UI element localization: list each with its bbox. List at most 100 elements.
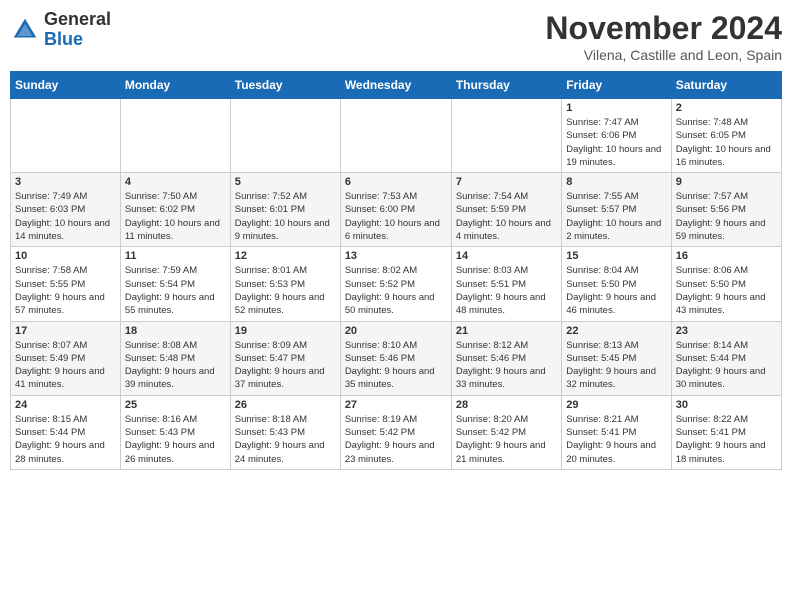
location: Vilena, Castille and Leon, Spain	[545, 47, 782, 63]
day-number: 5	[235, 176, 336, 188]
calendar-day-cell: 14 Sunrise: 8:03 AM Sunset: 5:51 PM Dayli…	[451, 247, 561, 321]
calendar-day-cell: 2 Sunrise: 7:48 AM Sunset: 6:05 PM Daylig…	[671, 99, 781, 173]
calendar-day-cell: 21Sunrise: 8:12 AM Sunset: 5:46 PM Dayli…	[451, 321, 561, 395]
calendar-day-cell: 13 Sunrise: 8:02 AM Sunset: 5:52 PM Dayli…	[340, 247, 451, 321]
day-number: 25	[125, 399, 226, 411]
calendar-day-cell: 27 Sunrise: 8:19 AM Sunset: 5:42 PM Dayli…	[340, 395, 451, 469]
day-number: 4	[125, 176, 226, 188]
day-info: Sunrise: 8:08 AM Sunset: 5:48 PM Dayligh…	[125, 339, 226, 392]
calendar-day-cell: 7 Sunrise: 7:54 AM Sunset: 5:59 PM Daylig…	[451, 173, 561, 247]
calendar-week-row: 24Sunrise: 8:15 AM Sunset: 5:44 PM Dayli…	[11, 395, 782, 469]
day-info: Sunrise: 7:53 AM Sunset: 6:00 PM Dayligh…	[345, 190, 447, 243]
calendar-day-cell: 20Sunrise: 8:10 AM Sunset: 5:46 PM Dayli…	[340, 321, 451, 395]
day-info: Sunrise: 8:18 AM Sunset: 5:43 PM Dayligh…	[235, 413, 336, 466]
calendar-table: SundayMondayTuesdayWednesdayThursdayFrid…	[10, 71, 782, 470]
month-title: November 2024	[545, 10, 782, 47]
day-number: 13	[345, 250, 447, 262]
day-number: 30	[676, 399, 777, 411]
day-info: Sunrise: 7:52 AM Sunset: 6:01 PM Dayligh…	[235, 190, 336, 243]
page-header: General Blue November 2024 Vilena, Casti…	[10, 10, 782, 63]
calendar-week-row: 1Sunrise: 7:47 AM Sunset: 6:06 PM Daylig…	[11, 99, 782, 173]
day-number: 8	[566, 176, 666, 188]
calendar-day-cell: 25 Sunrise: 8:16 AM Sunset: 5:43 PM Dayli…	[120, 395, 230, 469]
day-of-week-header: Thursday	[451, 72, 561, 99]
calendar-day-cell: 30 Sunrise: 8:22 AM Sunset: 5:41 PM Dayli…	[671, 395, 781, 469]
day-info: Sunrise: 8:19 AM Sunset: 5:42 PM Dayligh…	[345, 413, 447, 466]
calendar-day-cell	[340, 99, 451, 173]
day-number: 2	[676, 102, 777, 114]
calendar-day-cell	[120, 99, 230, 173]
day-number: 28	[456, 399, 557, 411]
day-info: Sunrise: 7:47 AM Sunset: 6:06 PM Dayligh…	[566, 116, 666, 169]
calendar-day-cell	[451, 99, 561, 173]
day-number: 16	[676, 250, 777, 262]
day-info: Sunrise: 7:57 AM Sunset: 5:56 PM Dayligh…	[676, 190, 777, 243]
day-of-week-header: Wednesday	[340, 72, 451, 99]
day-number: 22	[566, 325, 666, 337]
calendar-day-cell: 15Sunrise: 8:04 AM Sunset: 5:50 PM Dayli…	[562, 247, 671, 321]
day-info: Sunrise: 7:59 AM Sunset: 5:54 PM Dayligh…	[125, 264, 226, 317]
day-number: 19	[235, 325, 336, 337]
calendar-day-cell: 29Sunrise: 8:21 AM Sunset: 5:41 PM Dayli…	[562, 395, 671, 469]
calendar-day-cell: 1Sunrise: 7:47 AM Sunset: 6:06 PM Daylig…	[562, 99, 671, 173]
day-of-week-header: Saturday	[671, 72, 781, 99]
day-info: Sunrise: 8:16 AM Sunset: 5:43 PM Dayligh…	[125, 413, 226, 466]
day-info: Sunrise: 8:06 AM Sunset: 5:50 PM Dayligh…	[676, 264, 777, 317]
logo-blue: Blue	[44, 29, 83, 49]
calendar-day-cell: 18 Sunrise: 8:08 AM Sunset: 5:48 PM Dayli…	[120, 321, 230, 395]
calendar-day-cell: 6 Sunrise: 7:53 AM Sunset: 6:00 PM Daylig…	[340, 173, 451, 247]
calendar-day-cell: 5 Sunrise: 7:52 AM Sunset: 6:01 PM Daylig…	[230, 173, 340, 247]
title-block: November 2024 Vilena, Castille and Leon,…	[545, 10, 782, 63]
calendar-week-row: 10 Sunrise: 7:58 AM Sunset: 5:55 PM Dayli…	[11, 247, 782, 321]
day-number: 9	[676, 176, 777, 188]
calendar-day-cell	[11, 99, 121, 173]
day-of-week-header: Monday	[120, 72, 230, 99]
calendar-day-cell: 3 Sunrise: 7:49 AM Sunset: 6:03 PM Daylig…	[11, 173, 121, 247]
day-info: Sunrise: 8:02 AM Sunset: 5:52 PM Dayligh…	[345, 264, 447, 317]
calendar-day-cell: 11 Sunrise: 7:59 AM Sunset: 5:54 PM Dayli…	[120, 247, 230, 321]
day-number: 18	[125, 325, 226, 337]
calendar-day-cell: 16 Sunrise: 8:06 AM Sunset: 5:50 PM Dayli…	[671, 247, 781, 321]
calendar-header-row: SundayMondayTuesdayWednesdayThursdayFrid…	[11, 72, 782, 99]
day-info: Sunrise: 7:58 AM Sunset: 5:55 PM Dayligh…	[15, 264, 116, 317]
day-number: 10	[15, 250, 116, 262]
day-info: Sunrise: 8:15 AM Sunset: 5:44 PM Dayligh…	[15, 413, 116, 466]
logo: General Blue	[10, 10, 111, 50]
day-info: Sunrise: 8:10 AM Sunset: 5:46 PM Dayligh…	[345, 339, 447, 392]
calendar-day-cell	[230, 99, 340, 173]
day-of-week-header: Friday	[562, 72, 671, 99]
day-number: 11	[125, 250, 226, 262]
day-info: Sunrise: 7:54 AM Sunset: 5:59 PM Dayligh…	[456, 190, 557, 243]
day-number: 14	[456, 250, 557, 262]
day-info: Sunrise: 8:03 AM Sunset: 5:51 PM Dayligh…	[456, 264, 557, 317]
day-number: 29	[566, 399, 666, 411]
day-number: 12	[235, 250, 336, 262]
day-info: Sunrise: 7:49 AM Sunset: 6:03 PM Dayligh…	[15, 190, 116, 243]
calendar-day-cell: 10 Sunrise: 7:58 AM Sunset: 5:55 PM Dayli…	[11, 247, 121, 321]
logo-text: General Blue	[44, 10, 111, 50]
day-of-week-header: Tuesday	[230, 72, 340, 99]
day-info: Sunrise: 7:55 AM Sunset: 5:57 PM Dayligh…	[566, 190, 666, 243]
day-info: Sunrise: 8:14 AM Sunset: 5:44 PM Dayligh…	[676, 339, 777, 392]
day-number: 27	[345, 399, 447, 411]
day-of-week-header: Sunday	[11, 72, 121, 99]
calendar-day-cell: 24Sunrise: 8:15 AM Sunset: 5:44 PM Dayli…	[11, 395, 121, 469]
logo-general: General	[44, 9, 111, 29]
day-info: Sunrise: 8:22 AM Sunset: 5:41 PM Dayligh…	[676, 413, 777, 466]
logo-icon	[10, 15, 40, 45]
day-info: Sunrise: 8:09 AM Sunset: 5:47 PM Dayligh…	[235, 339, 336, 392]
day-number: 3	[15, 176, 116, 188]
day-info: Sunrise: 7:50 AM Sunset: 6:02 PM Dayligh…	[125, 190, 226, 243]
calendar-day-cell: 17Sunrise: 8:07 AM Sunset: 5:49 PM Dayli…	[11, 321, 121, 395]
day-number: 7	[456, 176, 557, 188]
calendar-day-cell: 28Sunrise: 8:20 AM Sunset: 5:42 PM Dayli…	[451, 395, 561, 469]
day-info: Sunrise: 8:13 AM Sunset: 5:45 PM Dayligh…	[566, 339, 666, 392]
calendar-day-cell: 8 Sunrise: 7:55 AM Sunset: 5:57 PM Daylig…	[562, 173, 671, 247]
calendar-day-cell: 9 Sunrise: 7:57 AM Sunset: 5:56 PM Daylig…	[671, 173, 781, 247]
day-number: 6	[345, 176, 447, 188]
day-info: Sunrise: 8:07 AM Sunset: 5:49 PM Dayligh…	[15, 339, 116, 392]
day-info: Sunrise: 7:48 AM Sunset: 6:05 PM Dayligh…	[676, 116, 777, 169]
day-number: 26	[235, 399, 336, 411]
calendar-day-cell: 23Sunrise: 8:14 AM Sunset: 5:44 PM Dayli…	[671, 321, 781, 395]
day-number: 15	[566, 250, 666, 262]
